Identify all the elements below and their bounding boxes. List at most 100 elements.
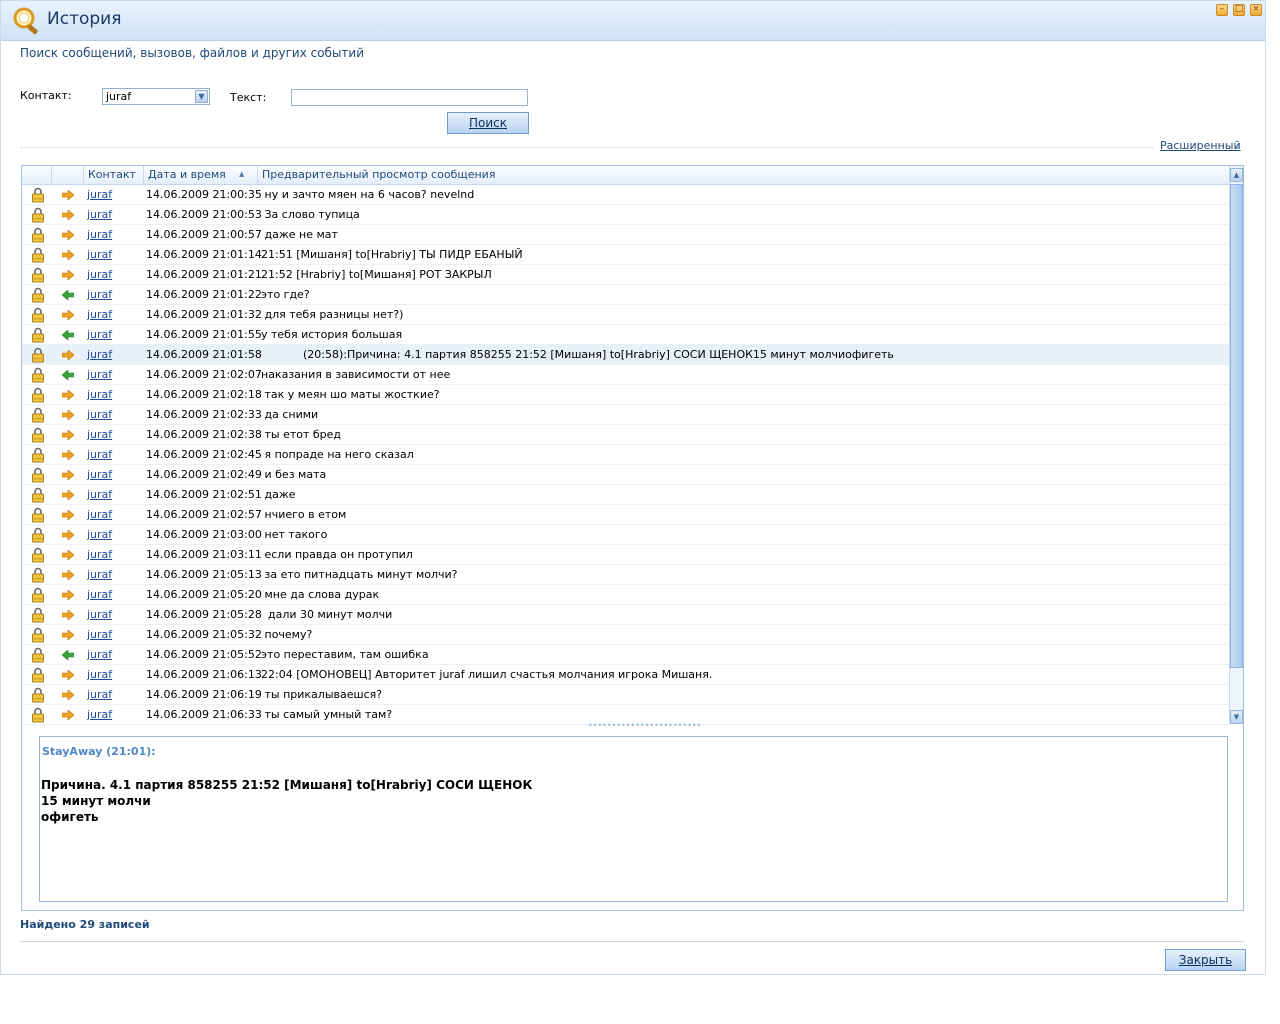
lock-icon <box>32 227 44 243</box>
row-contact-link[interactable]: juraf <box>87 288 112 301</box>
table-row[interactable]: juraf 14.06.2009 21:05:13 за ето питнадца… <box>22 565 1229 585</box>
search-subtitle: Поиск сообщений, вызовов, файлов и други… <box>20 46 365 60</box>
lock-icon <box>32 467 44 483</box>
table-row[interactable]: juraf 14.06.2009 21:02:07 наказания в зави… <box>22 365 1229 385</box>
arrow-right-icon <box>62 230 74 240</box>
lock-icon <box>32 567 44 583</box>
row-contact-link[interactable]: juraf <box>87 668 112 681</box>
table-row[interactable]: juraf 14.06.2009 21:02:18 так у меян шо м… <box>22 385 1229 405</box>
table-row[interactable]: juraf 14.06.2009 21:05:52 это переставим, … <box>22 645 1229 665</box>
lock-icon <box>32 687 44 703</box>
table-row[interactable]: juraf 14.06.2009 21:02:33 да сними <box>22 405 1229 425</box>
message-preview-pane: StayAway (21:01): Причина. 4.1 партия 85… <box>39 736 1228 902</box>
row-contact-link[interactable]: juraf <box>87 568 112 581</box>
table-row[interactable]: juraf 14.06.2009 21:02:57 нчиего в етом <box>22 505 1229 525</box>
search-button[interactable]: Поиск <box>447 112 529 134</box>
arrow-right-icon <box>62 610 74 620</box>
row-contact-link[interactable]: juraf <box>87 268 112 281</box>
window-title: История <box>47 9 122 29</box>
scroll-up-icon: ▲ <box>1233 171 1240 179</box>
arrow-right-icon <box>62 530 74 540</box>
row-datetime: 14.06.2009 21:06:13 <box>146 668 262 681</box>
text-search-input[interactable] <box>291 89 528 106</box>
row-message-preview: мне да слова дурак <box>261 588 380 601</box>
row-contact-link[interactable]: juraf <box>87 348 112 361</box>
table-row[interactable]: juraf 14.06.2009 21:01:55 у тебя история б… <box>22 325 1229 345</box>
panel-splitter[interactable]: •••••••••••••••••••••••• <box>22 721 1243 736</box>
arrow-right-icon <box>62 250 74 260</box>
row-contact-link[interactable]: juraf <box>87 328 112 341</box>
arrow-right-icon <box>62 410 74 420</box>
row-contact-link[interactable]: juraf <box>87 528 112 541</box>
row-contact-link[interactable]: juraf <box>87 428 112 441</box>
table-row[interactable]: juraf 14.06.2009 21:02:49 и без мата <box>22 465 1229 485</box>
row-datetime: 14.06.2009 21:02:33 <box>146 408 262 421</box>
table-row[interactable]: juraf 14.06.2009 21:06:19 ты прикалываешс… <box>22 685 1229 705</box>
row-contact-link[interactable]: juraf <box>87 308 112 321</box>
row-contact-link[interactable]: juraf <box>87 688 112 701</box>
table-row[interactable]: juraf 14.06.2009 21:02:45 я попраде на не… <box>22 445 1229 465</box>
lock-icon <box>32 487 44 503</box>
row-datetime: 14.06.2009 21:00:53 <box>146 208 262 221</box>
table-row[interactable]: juraf 14.06.2009 21:02:38 ты етот бред <box>22 425 1229 445</box>
grip-icon: •••••••••••••••••••••••• <box>588 721 702 730</box>
row-contact-link[interactable]: juraf <box>87 188 112 201</box>
table-row[interactable]: juraf 14.06.2009 21:05:28 дали 30 минут м… <box>22 605 1229 625</box>
minimize-button[interactable]: – <box>1216 4 1228 16</box>
table-row[interactable]: juraf 14.06.2009 21:01:58 (20:58):Причина… <box>22 345 1229 365</box>
arrow-right-icon <box>62 510 74 520</box>
table-row[interactable]: juraf 14.06.2009 21:06:13 22:04 [ОМОНОВЕЦ]… <box>22 665 1229 685</box>
row-contact-link[interactable]: juraf <box>87 508 112 521</box>
row-contact-link[interactable]: juraf <box>87 448 112 461</box>
table-row[interactable]: juraf 14.06.2009 21:01:14 21:51 [Мишаня] t… <box>22 245 1229 265</box>
row-datetime: 14.06.2009 21:05:32 <box>146 628 262 641</box>
row-contact-link[interactable]: juraf <box>87 708 112 721</box>
table-row[interactable]: juraf 14.06.2009 21:05:20 мне да слова ду… <box>22 585 1229 605</box>
table-row[interactable]: juraf 14.06.2009 21:03:00 нет такого <box>22 525 1229 545</box>
scrollbar-thumb[interactable] <box>1230 184 1243 668</box>
row-contact-link[interactable]: juraf <box>87 368 112 381</box>
row-contact-link[interactable]: juraf <box>87 248 112 261</box>
vertical-scrollbar[interactable]: ▲ ▼ <box>1229 166 1243 724</box>
row-contact-link[interactable]: juraf <box>87 488 112 501</box>
row-contact-link[interactable]: juraf <box>87 648 112 661</box>
table-row[interactable]: juraf 14.06.2009 21:03:11 если правда он … <box>22 545 1229 565</box>
column-header-status[interactable] <box>22 166 51 184</box>
column-header-preview[interactable]: Предварительный просмотр сообщения <box>257 166 1229 184</box>
table-row[interactable]: juraf 14.06.2009 21:00:53 За слово тупица <box>22 205 1229 225</box>
row-contact-link[interactable]: juraf <box>87 228 112 241</box>
row-message-preview: наказания в зависимости от нее <box>261 368 451 381</box>
scroll-up-button[interactable]: ▲ <box>1230 168 1243 182</box>
contact-combobox[interactable]: juraf ▼ <box>102 88 210 105</box>
row-message-preview: 21:52 [Hrabriy] to[Мишаня] РОТ ЗАКРЫЛ <box>261 268 492 281</box>
row-contact-link[interactable]: juraf <box>87 468 112 481</box>
row-contact-link[interactable]: juraf <box>87 588 112 601</box>
close-button[interactable]: Закрыть <box>1165 949 1246 971</box>
table-row[interactable]: juraf 14.06.2009 21:02:51 даже <box>22 485 1229 505</box>
maximize-button[interactable]: □ <box>1233 4 1245 16</box>
table-row[interactable]: juraf 14.06.2009 21:01:22 это где? <box>22 285 1229 305</box>
close-window-button[interactable]: × <box>1250 4 1262 16</box>
row-contact-link[interactable]: juraf <box>87 608 112 621</box>
arrow-right-icon <box>62 490 74 500</box>
scroll-down-button[interactable]: ▼ <box>1230 710 1243 724</box>
table-row[interactable]: juraf 14.06.2009 21:00:57 даже не мат <box>22 225 1229 245</box>
lock-icon <box>32 307 44 323</box>
column-header-contact[interactable]: Контакт <box>83 166 143 184</box>
row-contact-link[interactable]: juraf <box>87 408 112 421</box>
row-contact-link[interactable]: juraf <box>87 208 112 221</box>
table-row[interactable]: juraf 14.06.2009 21:05:32 почему? <box>22 625 1229 645</box>
history-list-panel: Контакт Дата и время ▲ Предварительный п… <box>21 165 1244 911</box>
row-contact-link[interactable]: juraf <box>87 628 112 641</box>
table-row[interactable]: juraf 14.06.2009 21:00:35 ну и зачто мяен… <box>22 185 1229 205</box>
row-contact-link[interactable]: juraf <box>87 388 112 401</box>
table-row[interactable]: juraf 14.06.2009 21:01:21 21:52 [Hrabriy] … <box>22 265 1229 285</box>
row-contact-link[interactable]: juraf <box>87 548 112 561</box>
minimize-icon: – <box>1219 4 1225 14</box>
column-header-direction[interactable] <box>51 166 83 184</box>
contact-dropdown-button[interactable]: ▼ <box>195 90 208 103</box>
arrow-left-icon <box>62 290 74 300</box>
advanced-search-link[interactable]: Расширенный <box>1160 139 1241 152</box>
table-row[interactable]: juraf 14.06.2009 21:01:32 для тебя разниц… <box>22 305 1229 325</box>
double-chevron-down-icon[interactable]: » <box>1234 143 1239 152</box>
